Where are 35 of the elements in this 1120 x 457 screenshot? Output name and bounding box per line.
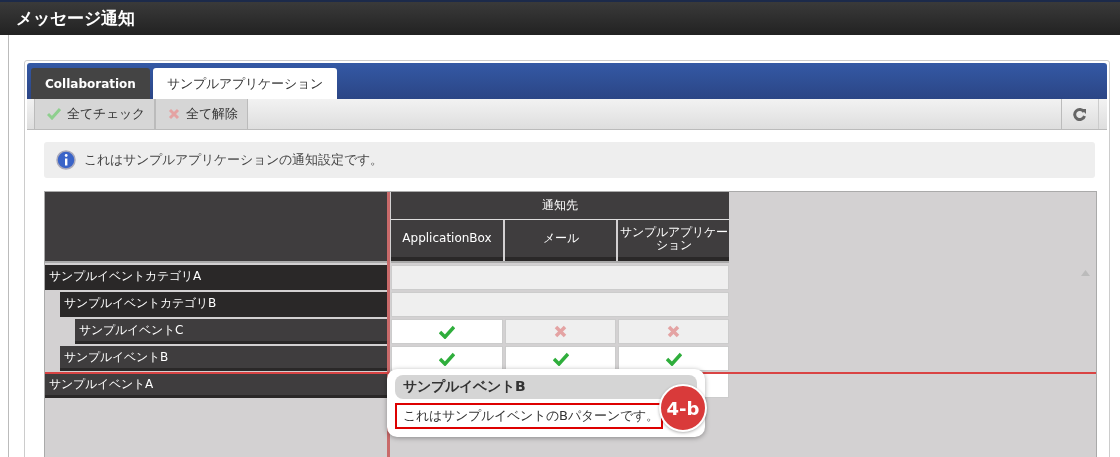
column-group-header: 通知先 (391, 192, 729, 220)
toggle-cell[interactable] (505, 319, 616, 344)
tab[interactable]: サンプルアプリケーション (152, 68, 337, 99)
clear-all-button[interactable]: 全て解除 (155, 99, 248, 129)
cross-icon (168, 108, 180, 120)
cross-icon (667, 325, 680, 338)
toggle-cell[interactable] (618, 346, 729, 371)
refresh-icon (1073, 107, 1087, 121)
cross-icon (554, 325, 567, 338)
tooltip-description: これはサンプルイベントのBパターンです。 (395, 403, 663, 429)
check-icon (665, 351, 682, 366)
column-header: メール (505, 220, 616, 261)
refresh-button[interactable] (1061, 99, 1099, 129)
window-title: メッセージ通知 (0, 0, 1120, 35)
toggle-cell[interactable] (618, 319, 729, 344)
event-row-label: サンプルイベントB (60, 346, 387, 371)
toggle-cell[interactable] (505, 346, 616, 371)
tooltip-title: サンプルイベントB (395, 375, 697, 399)
tab[interactable]: Collaboration (31, 68, 150, 99)
check-icon (552, 351, 569, 366)
toggle-cell[interactable] (391, 319, 503, 344)
check-icon (439, 351, 455, 366)
check-icon (439, 324, 455, 339)
column-header: サンプルアプリケーション (618, 220, 729, 261)
toggle-cell[interactable] (391, 346, 503, 371)
info-icon (56, 150, 76, 170)
step-badge: 4-b (659, 384, 707, 432)
event-row-label: サンプルイベントC (75, 319, 387, 344)
check-all-button[interactable]: 全てチェック (34, 99, 155, 129)
category-row-label: サンプルイベントカテゴリB (60, 292, 387, 317)
column-header: ApplicationBox (391, 220, 503, 261)
category-row-label: サンプルイベントカテゴリA (45, 265, 387, 290)
event-row-label: サンプルイベントA (45, 373, 387, 398)
info-message: これはサンプルアプリケーションの通知設定です。 (84, 151, 383, 169)
check-icon (47, 108, 61, 120)
